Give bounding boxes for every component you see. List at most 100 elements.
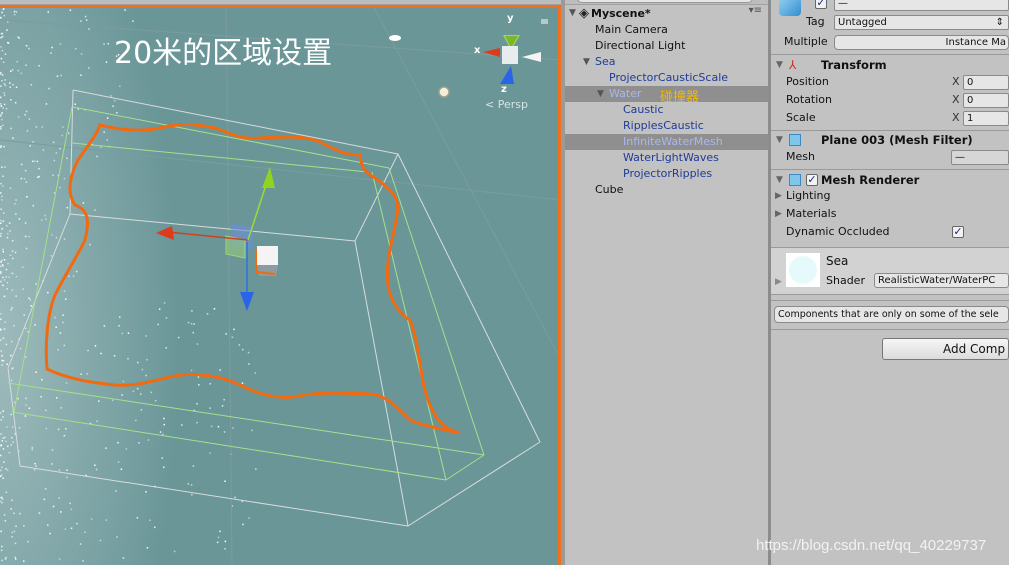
mesh-row: Mesh —: [771, 149, 1009, 165]
transform-header[interactable]: ▼ ⅄ Transform: [771, 56, 1009, 74]
persp-icon: <: [485, 98, 495, 111]
expand-triangle-icon[interactable]: ▼: [569, 8, 579, 18]
multiple-instance-field[interactable]: Instance Ma: [834, 35, 1009, 50]
projection-label: Persp: [497, 98, 528, 111]
expand-triangle-icon[interactable]: ▶: [775, 277, 782, 287]
hierarchy-item-label: Cube: [595, 183, 624, 196]
lighting-label: Lighting: [786, 189, 831, 202]
mesh-field[interactable]: —: [951, 150, 1009, 165]
dynamic-occluded-checkbox[interactable]: ✓: [952, 226, 964, 238]
hierarchy-item-label: Caustic: [623, 103, 664, 116]
axis-x-label: X: [952, 75, 960, 88]
hierarchy-panel: ▼ ◈ Myscene* ▾≡ Main Camera Directional L…: [561, 0, 768, 565]
hierarchy-item-label: Water: [609, 87, 642, 100]
transform-x-input[interactable]: 1: [963, 111, 1009, 126]
projection-toggle[interactable]: < Persp: [485, 98, 528, 111]
mesh-renderer-icon: [789, 174, 801, 186]
mesh-renderer-title: Mesh Renderer: [821, 173, 920, 187]
unity-editor: 20米的区域设置 y x z < Persp ▼ ◈ Myscene* ▾≡ M…: [0, 0, 1009, 565]
hierarchy-item[interactable]: Directional Light: [565, 38, 768, 54]
tag-row: Tag Untagged ⇕: [771, 14, 1009, 30]
tag-dropdown[interactable]: Untagged ⇕: [834, 15, 1009, 30]
transform-rotation-row: Rotation X 0: [771, 92, 1009, 108]
hierarchy-item[interactable]: ProjectorRipples: [565, 166, 768, 182]
tag-label: Tag: [806, 15, 825, 28]
collapse-triangle-icon[interactable]: ▼: [776, 56, 783, 74]
dynamic-occluded-row: Dynamic Occluded ✓: [771, 224, 1009, 240]
scene-caption: 20米的区域设置: [114, 36, 333, 71]
mesh-filter-header[interactable]: ▼ Plane 003 (Mesh Filter): [771, 131, 1009, 149]
material-preview: [786, 253, 820, 287]
transform-title: Transform: [821, 58, 887, 72]
divider: [771, 54, 1009, 55]
hierarchy-item-label: WaterLightWaves: [623, 151, 719, 164]
expand-triangle-icon[interactable]: ▼: [597, 86, 604, 102]
expand-triangle-icon[interactable]: ▼: [583, 54, 590, 70]
scene-view[interactable]: 20米的区域设置 y x z < Persp: [0, 0, 561, 565]
mesh-renderer-header[interactable]: ▼ ✓ Mesh Renderer: [771, 171, 1009, 189]
hierarchy-item[interactable]: InfiniteWaterMesh: [565, 134, 768, 150]
shader-dropdown[interactable]: RealisticWater/WaterPC: [874, 273, 1009, 288]
multiple-row: Multiple Instance Ma: [771, 34, 1009, 50]
hierarchy-item-label: ProjectorCausticScale: [609, 71, 729, 84]
mesh-filter-icon: [789, 134, 801, 146]
hierarchy-search-input[interactable]: [577, 0, 753, 3]
hierarchy-item-label: ProjectorRipples: [623, 167, 713, 180]
hierarchy-menu-icon[interactable]: ▾≡: [749, 5, 762, 16]
transform-position-row: Position X 0: [771, 74, 1009, 90]
transform-x-input[interactable]: 0: [963, 93, 1009, 108]
transform-scale-row: Scale X 1: [771, 110, 1009, 126]
hierarchy-item[interactable]: WaterLightWaves: [565, 150, 768, 166]
divider: [771, 169, 1009, 170]
watermark: https://blog.csdn.net/qq_40229737: [756, 537, 987, 554]
add-component-button[interactable]: Add Comp: [882, 338, 1009, 360]
gizmo-y-label: y: [507, 13, 514, 24]
hierarchy-item[interactable]: Cube: [565, 182, 768, 198]
components-notice: Components that are only on some of the …: [774, 306, 1009, 323]
active-checkbox[interactable]: ✓: [815, 0, 827, 9]
hierarchy-item[interactable]: ▼ Sea: [565, 54, 768, 70]
mesh-label: Mesh: [786, 150, 815, 163]
hierarchy-item-label: Main Camera: [595, 23, 668, 36]
object-name-input[interactable]: —: [834, 0, 1009, 11]
dynamic-occluded-label: Dynamic Occluded: [786, 225, 890, 238]
transform-x-input[interactable]: 0: [963, 75, 1009, 90]
gizmo-z-label: z: [501, 84, 507, 95]
hierarchy-item-label: Directional Light: [595, 39, 686, 52]
materials-label: Materials: [786, 207, 837, 220]
transform-field-label: Rotation: [786, 93, 833, 106]
scene-root-row[interactable]: ▼ ◈ Myscene* ▾≡: [565, 5, 768, 21]
hierarchy-item-label: Sea: [595, 55, 616, 68]
material-section: ▶ Sea Shader RealisticWater/WaterPC: [771, 248, 1009, 294]
transform-field-label: Position: [786, 75, 829, 88]
transform-field-label: Scale: [786, 111, 816, 124]
hierarchy-item[interactable]: RipplesCaustic: [565, 118, 768, 134]
collider-annotation: 碰撞器: [660, 90, 700, 105]
unity-scene-icon: ◈: [579, 5, 589, 21]
gizmo-x-label: x: [474, 45, 481, 56]
divider: [771, 329, 1009, 330]
hierarchy-item-label: RipplesCaustic: [623, 119, 704, 132]
axis-x-label: X: [952, 111, 960, 124]
lighting-foldout[interactable]: ▶ Lighting: [771, 188, 1009, 204]
collapse-triangle-icon[interactable]: ▼: [776, 171, 783, 189]
scene-focus-border: [0, 5, 561, 565]
divider: [771, 294, 1009, 295]
dropdown-arrow-icon: ⇕: [995, 17, 1004, 28]
hierarchy-item[interactable]: ProjectorCausticScale: [565, 70, 768, 86]
collapse-triangle-icon[interactable]: ▼: [776, 131, 783, 149]
material-name: Sea: [826, 254, 849, 268]
hierarchy-item[interactable]: Main Camera: [565, 22, 768, 38]
mesh-renderer-enabled-checkbox[interactable]: ✓: [806, 174, 818, 186]
materials-foldout[interactable]: ▶ Materials: [771, 206, 1009, 222]
mesh-filter-title: Plane 003 (Mesh Filter): [821, 133, 973, 147]
tag-value: Untagged: [838, 17, 887, 28]
expand-triangle-icon[interactable]: ▶: [775, 188, 782, 204]
scene-name: Myscene*: [591, 6, 651, 20]
divider: [771, 300, 1009, 301]
axis-x-label: X: [952, 93, 960, 106]
shader-label: Shader: [826, 274, 865, 287]
expand-triangle-icon[interactable]: ▶: [775, 206, 782, 222]
multiple-label: Multiple: [784, 35, 828, 48]
hierarchy-item-label: InfiniteWaterMesh: [623, 135, 723, 148]
